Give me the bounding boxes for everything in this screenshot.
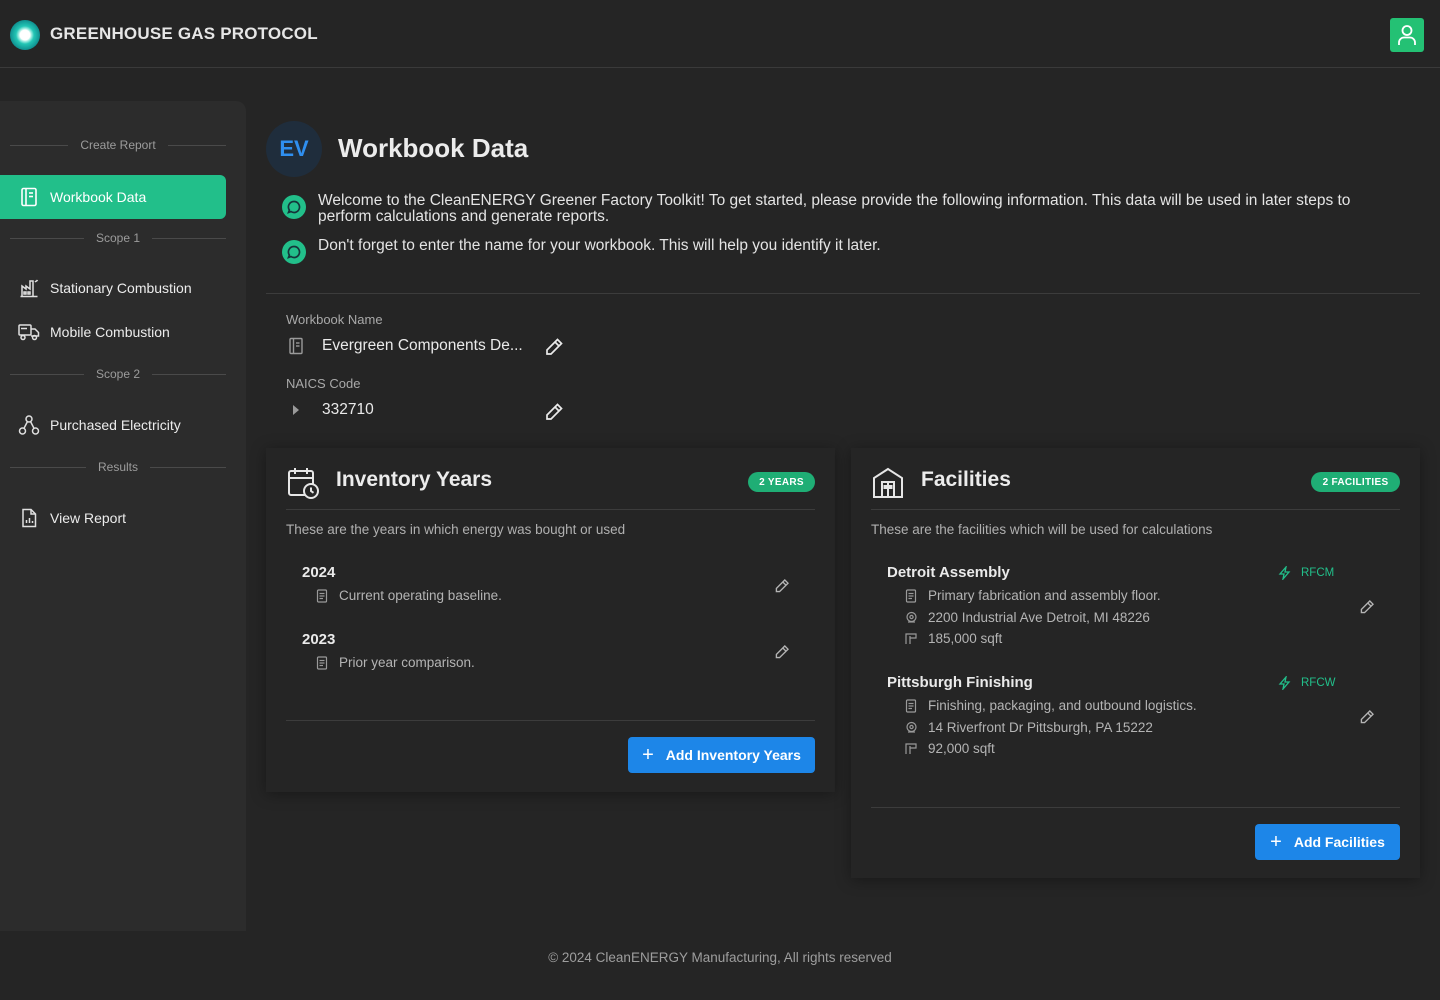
plus-icon: + xyxy=(642,744,654,766)
floor-plan-icon xyxy=(904,632,918,646)
card-divider xyxy=(871,509,1400,510)
inventory-year-note: Prior year comparison. xyxy=(315,655,475,670)
lightning-icon xyxy=(1278,566,1291,580)
pencil-icon xyxy=(1360,710,1374,724)
top-bar: GREENHOUSE GAS PROTOCOL xyxy=(0,0,1440,68)
facilities-count-badge: 2 FACILITIES xyxy=(1311,472,1400,492)
sidebar-item-label: Stationary Combustion xyxy=(50,280,192,296)
egrid-region-tag: RFCW xyxy=(1278,676,1336,690)
facility-name: Detroit Assembly xyxy=(887,564,1010,581)
page-title: Workbook Data xyxy=(338,133,529,163)
pencil-icon xyxy=(775,579,789,593)
calendar-clock-icon xyxy=(286,466,320,505)
document-icon xyxy=(904,588,918,603)
pencil-icon xyxy=(775,645,789,659)
card-divider xyxy=(286,509,815,510)
info-notice: Welcome to the CleanENERGY Greener Facto… xyxy=(282,193,1398,225)
facility-address: 14 Riverfront Dr Pittsburgh, PA 15222 xyxy=(904,720,1153,735)
user-profile-button[interactable] xyxy=(1390,18,1424,52)
location-pin-icon xyxy=(904,611,918,625)
location-pin-icon xyxy=(904,721,918,735)
chat-bubble-icon xyxy=(282,240,306,264)
lightning-icon xyxy=(1278,676,1291,690)
network-icon xyxy=(18,414,40,436)
sidebar-item-purchased-electricity[interactable]: Purchased Electricity xyxy=(0,403,226,447)
edit-year-button[interactable] xyxy=(771,575,793,597)
book-icon xyxy=(18,186,40,208)
card-divider xyxy=(286,720,815,721)
section-scope-2: Scope 2 xyxy=(10,367,226,381)
chat-bubble-icon xyxy=(282,195,306,219)
facility-description: Finishing, packaging, and outbound logis… xyxy=(904,698,1197,713)
workbook-avatar: EV xyxy=(266,121,322,177)
truck-icon xyxy=(18,321,40,343)
sidebar-item-workbook-data[interactable]: Workbook Data xyxy=(0,175,226,219)
workbook-name-label: Workbook Name xyxy=(286,312,383,327)
sidebar-item-view-report[interactable]: View Report xyxy=(0,496,226,540)
egrid-region-tag: RFCM xyxy=(1278,566,1334,580)
pencil-icon xyxy=(546,338,563,355)
naics-code-value: 332710 xyxy=(322,401,374,418)
inventory-years-description: These are the years in which energy was … xyxy=(286,522,626,537)
building-icon xyxy=(871,466,905,505)
pencil-icon xyxy=(1360,600,1374,614)
document-icon xyxy=(904,698,918,713)
workbook-name-value: Evergreen Components De... xyxy=(322,337,523,354)
section-create-report: Create Report xyxy=(10,138,226,152)
sidebar-item-label: Mobile Combustion xyxy=(50,324,170,340)
app-title: GREENHOUSE GAS PROTOCOL xyxy=(50,24,318,43)
document-icon xyxy=(315,655,329,670)
edit-naics-code-button[interactable] xyxy=(543,401,565,423)
floor-plan-icon xyxy=(904,742,918,756)
info-notice: Don't forget to enter the name for your … xyxy=(282,238,1398,264)
sidebar-item-label: Workbook Data xyxy=(50,189,147,205)
naics-code-field: 332710 xyxy=(286,400,532,420)
facility-area: 92,000 sqft xyxy=(904,741,995,756)
app-logo xyxy=(10,20,40,50)
section-results: Results xyxy=(10,460,226,474)
edit-workbook-name-button[interactable] xyxy=(543,336,565,358)
facility-area: 185,000 sqft xyxy=(904,631,1002,646)
plus-icon: + xyxy=(1270,831,1282,853)
years-count-badge: 2 YEARS xyxy=(748,472,815,492)
facilities-description: These are the facilities which will be u… xyxy=(871,522,1213,537)
add-facilities-button[interactable]: + Add Facilities xyxy=(1255,824,1400,860)
document-icon xyxy=(315,588,329,603)
edit-year-button[interactable] xyxy=(771,641,793,663)
sidebar-item-stationary-combustion[interactable]: Stationary Combustion xyxy=(0,266,226,310)
section-divider xyxy=(266,293,1420,294)
card-divider xyxy=(871,807,1400,808)
facility-description: Primary fabrication and assembly floor. xyxy=(904,588,1161,603)
inventory-year-note: Current operating baseline. xyxy=(315,588,502,603)
section-scope-1: Scope 1 xyxy=(10,231,226,245)
notice-text: Don't forget to enter the name for your … xyxy=(318,237,881,254)
edit-facility-button[interactable] xyxy=(1356,706,1378,728)
inventory-year-title: 2023 xyxy=(302,631,336,648)
facilities-card xyxy=(851,448,1420,878)
naics-code-label: NAICS Code xyxy=(286,376,361,391)
add-inventory-years-button[interactable]: + Add Inventory Years xyxy=(628,737,815,773)
sidebar-item-label: Purchased Electricity xyxy=(50,417,181,433)
report-icon xyxy=(18,507,40,529)
caret-right-icon xyxy=(286,400,306,420)
footer-copyright: © 2024 CleanENERGY Manufacturing, All ri… xyxy=(548,950,892,965)
user-icon xyxy=(1398,25,1416,45)
edit-facility-button[interactable] xyxy=(1356,596,1378,618)
book-icon xyxy=(286,336,306,356)
factory-icon xyxy=(18,277,40,299)
sidebar-item-label: View Report xyxy=(50,510,127,526)
facility-name: Pittsburgh Finishing xyxy=(887,674,1033,691)
facilities-title: Facilities xyxy=(921,468,1011,491)
sidebar-item-mobile-combustion[interactable]: Mobile Combustion xyxy=(0,310,226,354)
workbook-name-field: Evergreen Components De... xyxy=(286,336,532,356)
inventory-years-title: Inventory Years xyxy=(336,468,493,491)
pencil-icon xyxy=(546,403,563,420)
facility-address: 2200 Industrial Ave Detroit, MI 48226 xyxy=(904,610,1150,625)
notice-text: Welcome to the CleanENERGY Greener Facto… xyxy=(318,192,1351,225)
inventory-year-title: 2024 xyxy=(302,564,336,581)
